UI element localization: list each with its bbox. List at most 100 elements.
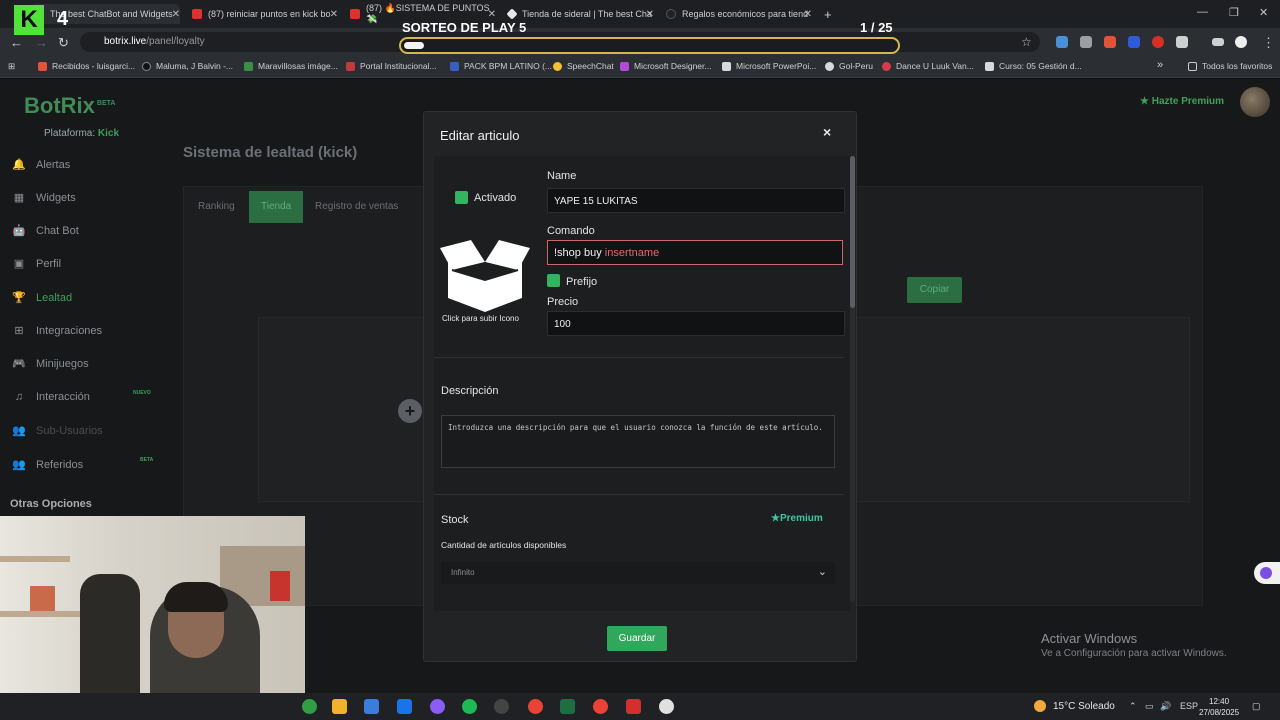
- close-tab-icon[interactable]: ✕: [330, 9, 338, 20]
- botrix-logo[interactable]: BotRix BETA: [24, 93, 115, 119]
- sidebar-item-alertas[interactable]: 🔔 Alertas: [12, 158, 70, 172]
- excel-icon[interactable]: [560, 699, 575, 714]
- tab-botrix[interactable]: The best ChatBot and Widgets ✕: [30, 4, 180, 24]
- tab-ranking[interactable]: Ranking: [186, 191, 247, 223]
- notification-icon[interactable]: ▢: [1252, 701, 1261, 712]
- bookmark-item[interactable]: Curso: 05 Gestión d...: [985, 61, 1082, 71]
- copy-button[interactable]: Copiar: [907, 277, 962, 303]
- prefijo-checkbox[interactable]: [547, 274, 560, 287]
- restore-icon[interactable]: ❐: [1229, 6, 1239, 19]
- sidebar-item-lealtad[interactable]: 🏆 Lealtad: [12, 291, 72, 305]
- bookmark-item[interactable]: PACK BPM LATINO (...: [450, 61, 552, 71]
- bookmark-star-icon[interactable]: ☆: [1021, 35, 1032, 49]
- outlook-icon[interactable]: [397, 699, 412, 714]
- language-indicator[interactable]: ESP: [1180, 701, 1198, 711]
- weather-widget[interactable]: 15°C Soleado: [1034, 700, 1115, 712]
- name-input[interactable]: YAPE 15 LUKITAS: [547, 188, 845, 213]
- save-button[interactable]: Guardar: [607, 626, 667, 651]
- stock-select[interactable]: Infinito ⌄: [441, 562, 835, 584]
- tab-tienda[interactable]: Tienda de sideral | The best Cha ✕: [504, 4, 654, 24]
- extension-icon[interactable]: [1080, 36, 1092, 48]
- sidebar-item-perfil[interactable]: ▣ Perfil: [12, 257, 61, 271]
- clock[interactable]: 12:40 27/08/2025: [1199, 696, 1239, 718]
- all-bookmarks-folder[interactable]: Todos los favoritos: [1188, 61, 1272, 71]
- chevron-up-icon[interactable]: ⌃: [1129, 701, 1137, 712]
- forward-icon[interactable]: →: [35, 35, 48, 50]
- sidebar-item-integraciones[interactable]: ⊞ Integraciones: [12, 324, 102, 338]
- profile-icon[interactable]: [1235, 36, 1247, 48]
- bookmark-item[interactable]: Recibidos - luisgarci...: [38, 61, 135, 71]
- extension-icon[interactable]: [1056, 36, 1068, 48]
- extension-icon[interactable]: [1128, 36, 1140, 48]
- sidebar-item-subusuarios[interactable]: 👥 Sub-Usuarios: [12, 424, 103, 438]
- app-icon[interactable]: [659, 699, 674, 714]
- close-tab-icon[interactable]: ✕: [646, 9, 654, 20]
- discord-icon[interactable]: [430, 699, 445, 714]
- network-icon[interactable]: ▭: [1145, 701, 1154, 712]
- close-tab-icon[interactable]: ✕: [804, 9, 812, 20]
- extension-icon[interactable]: [1104, 36, 1116, 48]
- obs-icon[interactable]: [494, 699, 509, 714]
- sidebar-item-minijuegos[interactable]: 🎮 Minijuegos: [12, 357, 88, 371]
- hazte-premium-button[interactable]: ★ Hazte Premium: [1140, 96, 1224, 107]
- tab-tienda[interactable]: Tienda: [249, 191, 304, 223]
- browser-tab-bar: The best ChatBot and Widgets ✕ (87) rein…: [0, 0, 1280, 28]
- divider: [434, 357, 844, 358]
- upload-icon-label[interactable]: Click para subir Icono: [442, 314, 519, 323]
- avatar[interactable]: [1240, 87, 1270, 117]
- more-bookmarks-icon[interactable]: »: [1157, 59, 1163, 71]
- scrollbar-thumb[interactable]: [850, 156, 855, 308]
- sidebar-item-interaccion[interactable]: ♫ Interacción: [12, 391, 90, 403]
- new-tab-button[interactable]: +: [820, 4, 840, 24]
- sidebar-item-widgets[interactable]: ▦ Widgets: [12, 191, 76, 205]
- add-item-button[interactable]: +: [398, 399, 422, 423]
- activado-label: Activado: [474, 192, 517, 204]
- bookmark-item[interactable]: Microsoft Designer...: [620, 61, 711, 71]
- activado-checkbox[interactable]: [455, 191, 468, 204]
- box-icon[interactable]: [438, 240, 532, 312]
- bookmark-item[interactable]: Maravillosas imáge...: [244, 61, 338, 71]
- price-input[interactable]: 100: [547, 311, 845, 336]
- bookmark-item[interactable]: Microsoft PowerPoi...: [722, 61, 816, 71]
- close-icon[interactable]: ×: [823, 124, 831, 140]
- edit-item-modal: Editar articulo × Activado Click para su…: [423, 111, 857, 662]
- volume-icon[interactable]: 🔊: [1160, 701, 1171, 712]
- name-label: Name: [547, 170, 577, 182]
- otras-opciones-heading: Otras Opciones: [10, 498, 92, 510]
- bookmark-item[interactable]: SpeechChat: [553, 61, 614, 71]
- app-icon[interactable]: [302, 699, 317, 714]
- command-input[interactable]: !shop buy insertname: [547, 240, 843, 265]
- close-tab-icon[interactable]: ✕: [172, 9, 180, 20]
- chrome-icon[interactable]: [593, 699, 608, 714]
- description-textarea[interactable]: Introduzca una descripción para que el u…: [441, 415, 835, 468]
- extension-icon[interactable]: [1152, 36, 1164, 48]
- premium-badge[interactable]: ★Premium: [771, 513, 823, 524]
- bookmark-item[interactable]: Maluma, J Balvin -...: [142, 61, 233, 71]
- tab-regalos[interactable]: Regalos económicos para tiend ✕: [662, 4, 812, 24]
- store-icon[interactable]: [364, 699, 379, 714]
- media-icon[interactable]: [1212, 38, 1224, 46]
- menu-dots-icon[interactable]: ⋮: [1262, 35, 1275, 51]
- floating-extension-button[interactable]: [1254, 562, 1280, 584]
- sorteo-progress-fill: [404, 42, 424, 49]
- modal-scrollbar[interactable]: [850, 156, 855, 602]
- bookmark-item[interactable]: Portal Institucional...: [346, 61, 437, 71]
- minimize-icon[interactable]: —: [1197, 6, 1208, 18]
- reload-icon[interactable]: ↻: [58, 35, 69, 51]
- back-icon[interactable]: ←: [10, 35, 23, 50]
- chrome-icon[interactable]: [528, 699, 543, 714]
- sidebar-item-chatbot[interactable]: 🤖 Chat Bot: [12, 224, 79, 238]
- file-explorer-icon[interactable]: [332, 699, 347, 714]
- tab-youtube-1[interactable]: (87) reiniciar puntos en kick bo ✕: [188, 4, 338, 24]
- spotify-icon[interactable]: [462, 699, 477, 714]
- bookmark-item[interactable]: Gol-Peru: [825, 61, 873, 71]
- close-window-icon[interactable]: ✕: [1259, 6, 1268, 19]
- tab-registro-ventas[interactable]: Registro de ventas: [303, 191, 410, 223]
- sidebar-item-referidos[interactable]: 👥 Referidos: [12, 458, 83, 472]
- puzzle-icon[interactable]: [1176, 36, 1188, 48]
- close-tab-icon[interactable]: ✕: [488, 9, 496, 20]
- sorteo-counter: 1 / 25: [860, 20, 893, 35]
- acrobat-icon[interactable]: [626, 699, 641, 714]
- bookmark-item[interactable]: Dance U Luuk Van...: [882, 61, 974, 71]
- apps-icon[interactable]: ⊞: [8, 61, 15, 72]
